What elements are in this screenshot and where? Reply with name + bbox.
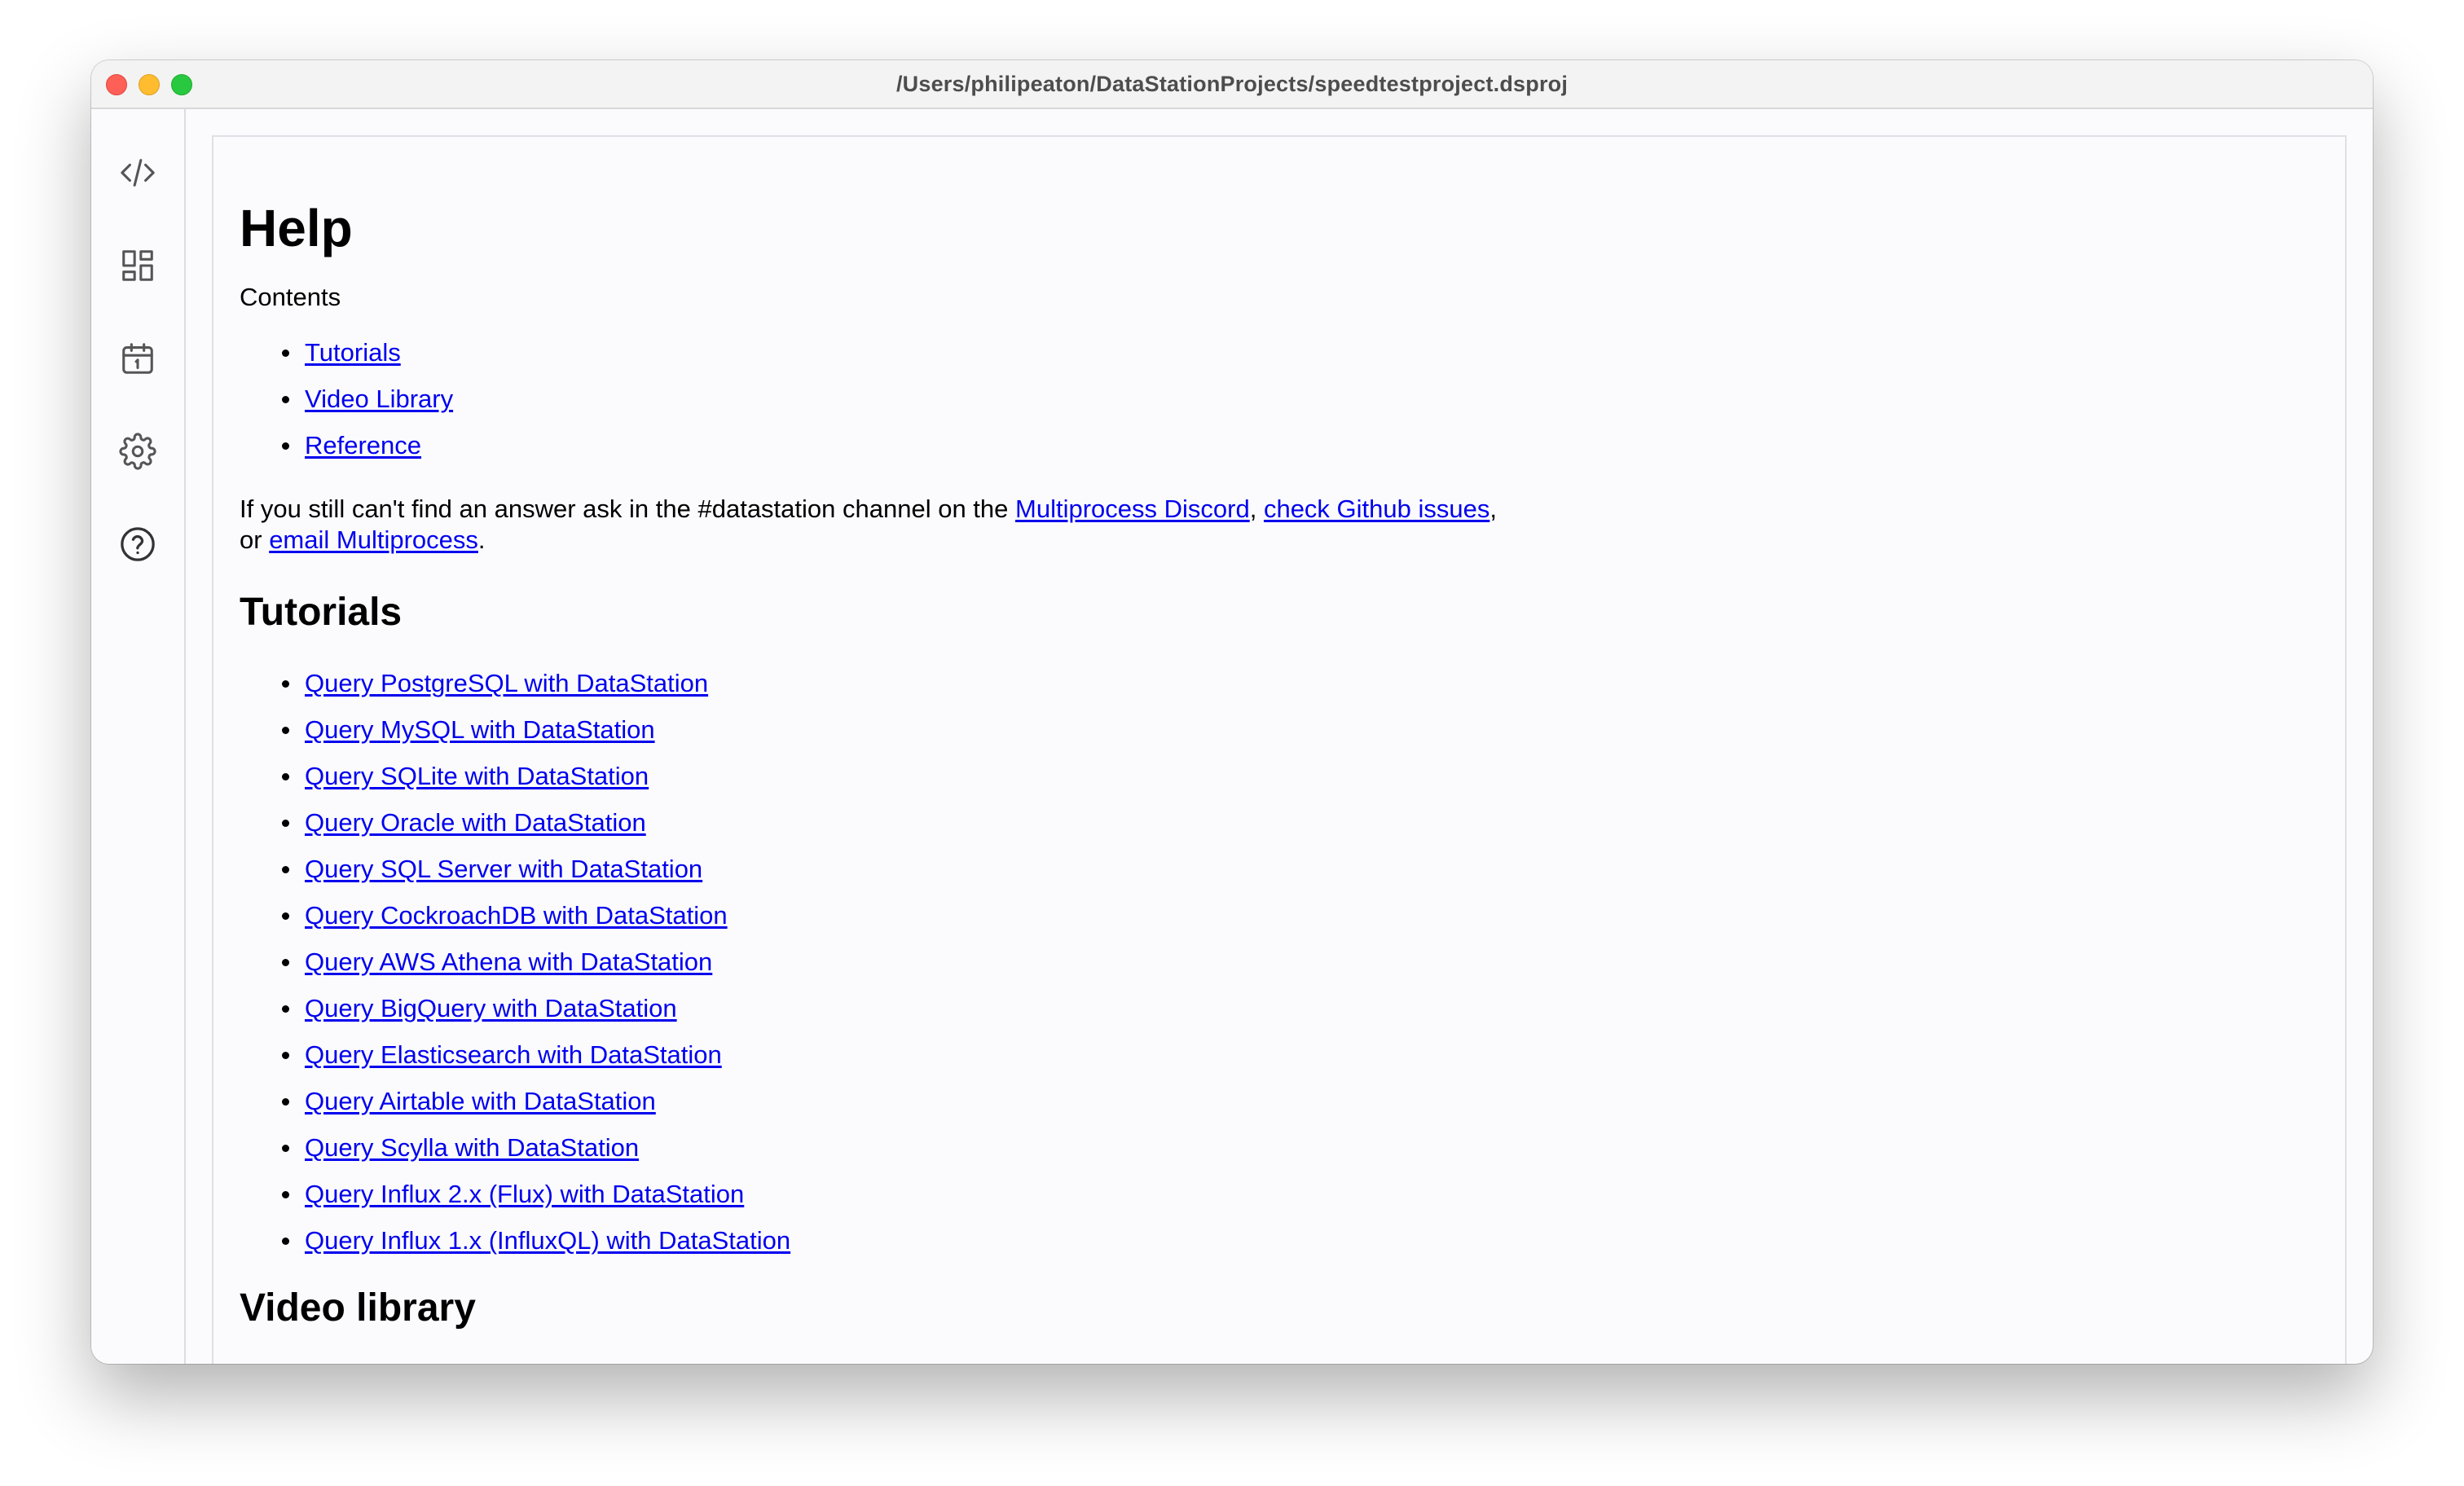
contents-label: Contents (240, 283, 341, 311)
list-item: Query Elasticsearch with DataStation (282, 1040, 2319, 1071)
list-item: Reference (282, 430, 2319, 461)
list-item: Query BigQuery with DataStation (282, 993, 2319, 1024)
page-title: Help (240, 199, 353, 257)
tutorial-link[interactable]: Query SQL Server with DataStation (305, 855, 702, 883)
video-library-heading: Video library (240, 1286, 476, 1330)
list-item: Query AWS Athena with DataStation (282, 947, 2319, 978)
support-paragraph: If you still can't find an answer ask in… (240, 494, 2319, 556)
contents-list: Tutorials Video Library Reference (240, 337, 2319, 461)
email-link[interactable]: email Multiprocess (269, 525, 478, 554)
tutorial-link[interactable]: Query BigQuery with DataStation (305, 994, 677, 1022)
list-item: Query Airtable with DataStation (282, 1086, 2319, 1117)
code-icon[interactable] (118, 153, 157, 192)
maximize-window-button[interactable] (171, 74, 192, 95)
app-window: /Users/philipeaton/DataStationProjects/s… (91, 60, 2373, 1364)
tutorial-link[interactable]: Query MySQL with DataStation (305, 715, 655, 744)
calendar-icon[interactable] (118, 339, 157, 378)
list-item: Query Influx 2.x (Flux) with DataStation (282, 1179, 2319, 1210)
help-content: Help Contents Tutorials Video Library Re… (213, 137, 2345, 1364)
tutorial-link[interactable]: Query Oracle with DataStation (305, 808, 646, 837)
gear-icon[interactable] (118, 432, 157, 471)
tutorial-link[interactable]: Query Airtable with DataStation (305, 1087, 656, 1115)
window-title: /Users/philipeaton/DataStationProjects/s… (895, 71, 1569, 96)
support-separator: , (1249, 495, 1264, 523)
dashboard-icon[interactable] (118, 246, 157, 285)
tutorial-link[interactable]: Query Influx 2.x (Flux) with DataStation (305, 1180, 744, 1208)
support-period: . (477, 525, 486, 554)
video-library-link[interactable]: Video Library (305, 385, 453, 413)
list-item: Query Scylla with DataStation (282, 1132, 2319, 1163)
close-window-button[interactable] (106, 74, 127, 95)
tutorial-link[interactable]: Query Influx 1.x (InfluxQL) with DataSta… (305, 1226, 790, 1255)
tutorial-link[interactable]: Query SQLite with DataStation (305, 762, 649, 790)
minimize-window-button[interactable] (139, 74, 160, 95)
tutorials-link[interactable]: Tutorials (305, 338, 401, 367)
sidebar (91, 109, 186, 1364)
tutorial-link[interactable]: Query Elasticsearch with DataStation (305, 1040, 722, 1069)
discord-link[interactable]: Multiprocess Discord (1015, 495, 1250, 523)
list-item: Query Oracle with DataStation (282, 807, 2319, 838)
list-item: Query PostgreSQL with DataStation (282, 668, 2319, 699)
list-item: Video Library (282, 384, 2319, 415)
help-panel[interactable]: Help Contents Tutorials Video Library Re… (212, 135, 2347, 1364)
reference-link[interactable]: Reference (305, 431, 421, 459)
tutorials-list: Query PostgreSQL with DataStation Query … (240, 668, 2319, 1256)
list-item: Query Influx 1.x (InfluxQL) with DataSta… (282, 1225, 2319, 1256)
tutorial-link[interactable]: Query CockroachDB with DataStation (305, 901, 728, 930)
list-item: Tutorials (282, 337, 2319, 368)
tutorial-link[interactable]: Query PostgreSQL with DataStation (305, 669, 708, 697)
tutorial-link[interactable]: Query AWS Athena with DataStation (305, 947, 712, 976)
list-item: Query MySQL with DataStation (282, 714, 2319, 745)
tutorial-link[interactable]: Query Scylla with DataStation (305, 1133, 639, 1162)
tutorials-heading: Tutorials (240, 591, 403, 634)
list-item: Query SQLite with DataStation (282, 761, 2319, 792)
help-icon[interactable] (118, 525, 157, 564)
github-issues-link[interactable]: check Github issues (1264, 495, 1489, 523)
support-or-text: or (240, 525, 270, 554)
list-item: Query CockroachDB with DataStation (282, 900, 2319, 931)
support-text: If you still can't find an answer ask in… (240, 495, 1016, 523)
title-bar[interactable]: /Users/philipeaton/DataStationProjects/s… (91, 60, 2373, 109)
list-item: Query SQL Server with DataStation (282, 854, 2319, 885)
support-separator: , (1489, 495, 1497, 523)
